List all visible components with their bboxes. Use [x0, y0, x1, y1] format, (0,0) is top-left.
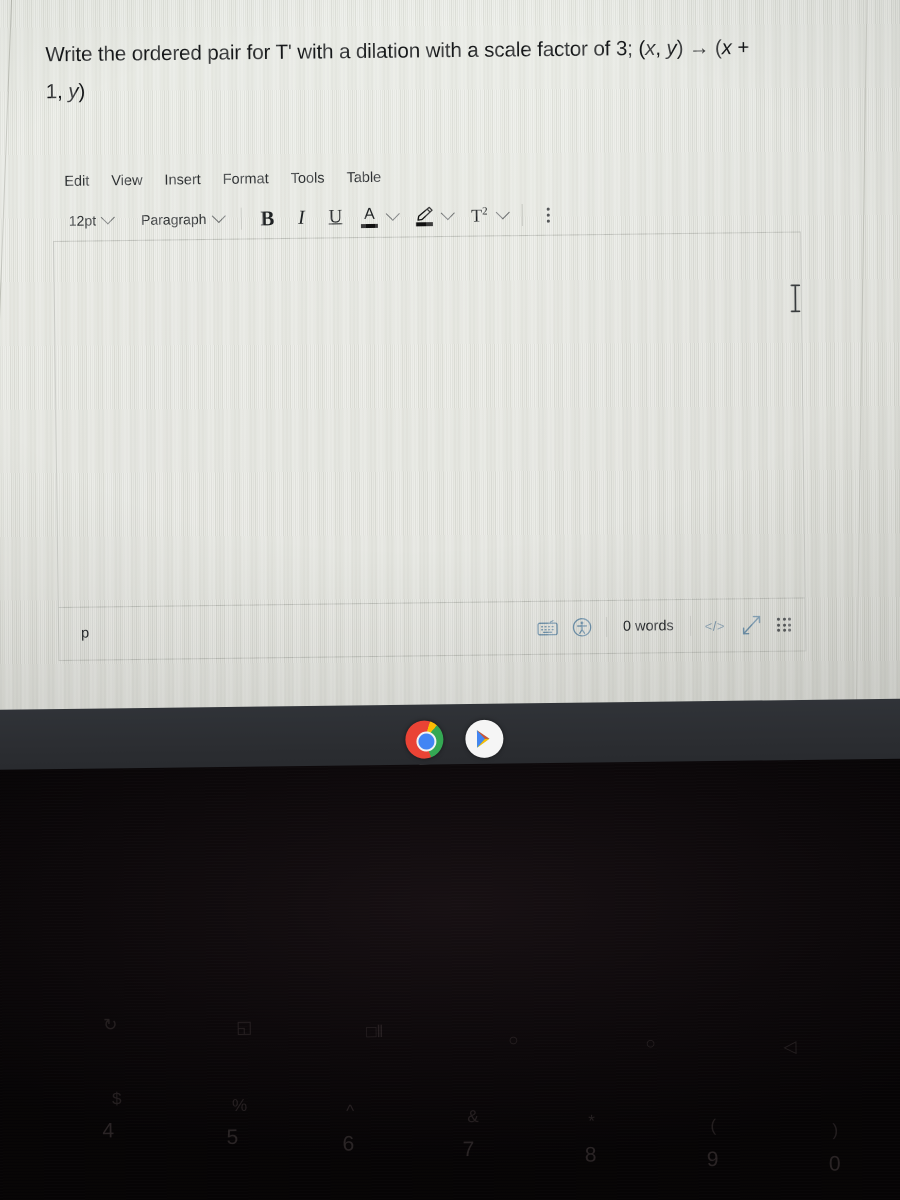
play-store-icon[interactable] [465, 719, 504, 759]
chevron-down-icon [100, 210, 116, 225]
text-color-button[interactable]: A [352, 202, 386, 232]
key-9-shift: ( [710, 1116, 717, 1136]
mute-key[interactable]: ◁ [783, 1037, 796, 1056]
text-color-group: A [352, 201, 407, 232]
source-code-icon[interactable]: </> [705, 618, 725, 633]
highlight-color-button[interactable] [407, 201, 441, 231]
prompt-text-arrow: ) → ( [676, 36, 722, 60]
editor-statusbar: p 0 words </> [57, 597, 807, 661]
refresh-key[interactable]: ↻ [103, 1015, 117, 1034]
question-prompt: Write the ordered pair for T' with a dil… [45, 28, 861, 111]
resize-handle-icon[interactable] [776, 617, 792, 632]
word-count: 0 words [622, 618, 674, 635]
highlight-swatch [416, 222, 434, 227]
menu-item-format[interactable]: Format [223, 171, 269, 188]
brightness-down-key[interactable]: ○ [508, 1030, 519, 1049]
key-7-shift: & [467, 1106, 479, 1127]
editor-content-area[interactable] [53, 231, 806, 607]
brightness-up-key[interactable]: ○ [645, 1034, 656, 1053]
text-cursor-ibeam [787, 283, 803, 313]
prompt-text-part2: 1, [45, 80, 69, 104]
key-7[interactable]: 7 [463, 1138, 475, 1161]
superscript-icon: T2 [471, 205, 488, 226]
key-6[interactable]: 6 [342, 1132, 354, 1155]
key-0-shift: ) [832, 1120, 839, 1140]
key-6-shift: ^ [346, 1101, 355, 1121]
chevron-down-icon [211, 208, 226, 224]
menu-item-tools[interactable]: Tools [291, 171, 325, 187]
chrome-icon[interactable] [405, 720, 444, 768]
superscript-button[interactable]: T2 [462, 200, 496, 230]
fullscreen-icon[interactable] [739, 613, 763, 637]
fullscreen-key[interactable]: ◱ [236, 1018, 252, 1037]
italic-button[interactable]: I [284, 203, 318, 233]
accessibility-checker-icon[interactable] [572, 617, 592, 637]
key-4[interactable]: 4 [102, 1119, 114, 1142]
toolbar-separator [240, 207, 242, 230]
highlight-color-group [407, 201, 462, 232]
element-path[interactable]: p [81, 626, 89, 642]
chevron-down-icon[interactable] [440, 206, 455, 221]
menu-item-view[interactable]: View [111, 173, 142, 189]
statusbar-right-group: 0 words </> [537, 613, 792, 640]
chevron-down-icon[interactable] [385, 206, 400, 221]
font-size-dropdown[interactable]: 12pt [63, 209, 122, 232]
prompt-var-y2: y [68, 79, 79, 104]
key-8[interactable]: 8 [585, 1143, 597, 1166]
prompt-var-x1: x [645, 36, 656, 61]
key-4-shift: $ [111, 1089, 122, 1109]
superscript-exponent: 2 [482, 204, 488, 218]
block-format-value: Paragraph [140, 211, 207, 228]
menu-item-insert[interactable]: Insert [164, 172, 200, 188]
chromebook-screen: Write the ordered pair for T' with a dil… [0, 0, 900, 737]
block-format-dropdown[interactable]: Paragraph [135, 208, 232, 231]
prompt-text-part1: Write the ordered pair for T' with a dil… [45, 37, 646, 67]
underline-button[interactable]: U [318, 202, 352, 232]
rich-text-editor: Edit View Insert Format Tools Table 12pt… [52, 157, 807, 661]
key-9[interactable]: 9 [707, 1148, 719, 1171]
key-5-shift: % [232, 1095, 248, 1115]
overview-key[interactable]: □‖ [366, 1022, 384, 1041]
menu-item-edit[interactable]: Edit [64, 174, 89, 190]
page-edge-left [0, 0, 13, 737]
key-8-shift: * [588, 1111, 596, 1131]
text-color-swatch [361, 223, 379, 228]
editor-menubar: Edit View Insert Format Tools Table [52, 157, 800, 195]
text-color-icon: A [361, 205, 379, 228]
page-edge-right [855, 0, 868, 731]
statusbar-divider [605, 616, 608, 637]
more-options-button[interactable] [531, 199, 565, 229]
laptop-photo: Write the ordered pair for T' with a dil… [0, 0, 900, 1200]
key-0[interactable]: 0 [829, 1153, 841, 1176]
text-color-letter: A [363, 205, 375, 223]
prompt-var-y1: y [666, 36, 677, 60]
chevron-down-icon[interactable] [495, 205, 510, 220]
more-vertical-icon [546, 207, 551, 223]
shelf-app-list [405, 719, 504, 768]
font-size-value: 12pt [68, 212, 97, 229]
bold-button[interactable]: B [250, 203, 284, 233]
superscript-base: T [471, 205, 483, 226]
pen-glyph [417, 206, 433, 221]
toolbar-separator [521, 204, 523, 227]
prompt-text-plus: + [731, 35, 750, 60]
key-5[interactable]: 5 [226, 1126, 238, 1149]
keyboard-keys: ↻ ◱ □‖ ○ ○ ◁ $ 4 % 5 ^ 6 & 7 * 8 ( 9 ) 0 [0, 758, 900, 1200]
keyboard-icon[interactable] [537, 619, 558, 636]
laptop-base-keyboard: ↻ ◱ □‖ ○ ○ ◁ $ 4 % 5 ^ 6 & 7 * 8 ( 9 ) 0 [0, 758, 900, 1200]
highlighter-icon [415, 206, 434, 227]
prompt-text-comma1: , [655, 36, 667, 60]
prompt-text-close: ) [78, 79, 86, 103]
superscript-group: T2 [462, 200, 510, 231]
menu-item-table[interactable]: Table [346, 170, 381, 186]
statusbar-divider [689, 615, 691, 636]
